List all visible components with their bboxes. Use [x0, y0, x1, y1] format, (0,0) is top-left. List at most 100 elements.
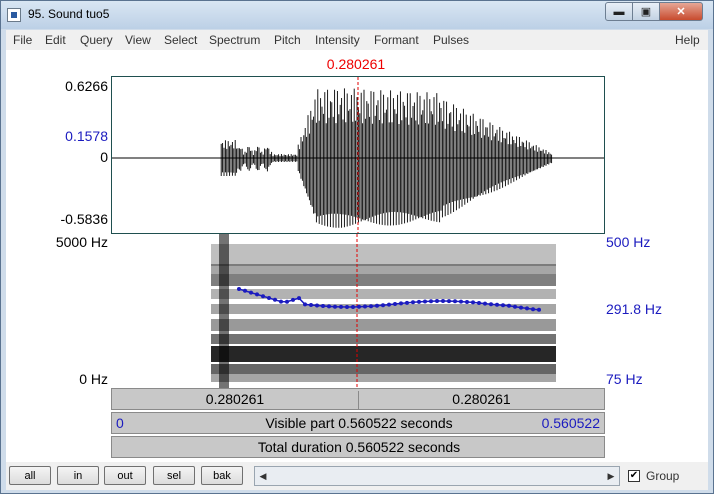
- group-checkbox[interactable]: ✔: [628, 470, 640, 482]
- pitch-point: [423, 299, 427, 304]
- spectrogram-bands: [211, 234, 556, 388]
- horizontal-scrollbar[interactable]: ◀ ▶: [254, 466, 620, 486]
- zoom-back-button[interactable]: bak: [201, 466, 243, 485]
- pitch-point: [441, 299, 445, 303]
- pitch-point: [477, 301, 481, 305]
- menu-pulses[interactable]: Pulses: [433, 33, 469, 47]
- menu-file[interactable]: File: [13, 33, 32, 47]
- total-duration-label: Total duration 0.560522 seconds: [257, 439, 461, 455]
- pitch-max-label: 500 Hz: [606, 234, 651, 250]
- menu-help[interactable]: Help: [675, 33, 700, 47]
- pitch-point: [507, 303, 511, 308]
- spectrogram-band: [211, 244, 556, 266]
- menu-pitch[interactable]: Pitch: [274, 33, 301, 47]
- pitch-point: [417, 299, 421, 304]
- waveform-cursor-value-label: 0.1578: [65, 128, 108, 144]
- maximize-button[interactable]: ▣: [632, 2, 660, 21]
- pitch-point: [525, 306, 529, 311]
- menu-spectrum[interactable]: Spectrum: [209, 33, 260, 47]
- spectrogram-plot: [211, 234, 556, 388]
- bottom-toolbar: all in out sel bak ◀ ▶ ✔ Group: [6, 462, 708, 490]
- scroll-left-icon[interactable]: ◀: [255, 467, 271, 485]
- visible-part-label: Visible part 0.560522 seconds: [265, 415, 453, 431]
- pitch-point: [513, 304, 517, 309]
- pitch-point: [261, 294, 265, 299]
- spectrogram-onset: [219, 234, 229, 388]
- zoom-in-button[interactable]: in: [57, 466, 99, 485]
- pitch-point: [357, 304, 361, 309]
- pitch-point: [519, 305, 523, 310]
- pitch-point: [339, 304, 343, 309]
- pitch-point: [459, 299, 463, 304]
- menu-edit[interactable]: Edit: [45, 33, 66, 47]
- window-title: 95. Sound tuo5: [28, 7, 110, 21]
- visible-end-label: 0.560522: [541, 415, 600, 431]
- pitch-point: [321, 304, 325, 308]
- pitch-point: [345, 305, 349, 309]
- pitch-point: [399, 301, 403, 306]
- group-label: Group: [646, 469, 680, 483]
- spectrogram-panel[interactable]: [111, 234, 605, 388]
- pitch-point: [243, 288, 247, 293]
- pitch-point: [501, 303, 505, 308]
- waveform-max-label: 0.6266: [65, 78, 108, 94]
- pitch-point: [351, 305, 355, 309]
- pitch-point: [285, 299, 289, 304]
- pitch-point: [447, 299, 451, 304]
- pitch-point: [537, 307, 541, 312]
- pitch-min-label: 75 Hz: [606, 371, 643, 387]
- total-duration-bar[interactable]: Total duration 0.560522 seconds: [111, 436, 605, 458]
- editor-window: 95. Sound tuo5 ▬ ▣ ✕ File Edit Query Vie…: [0, 0, 714, 494]
- waveform-plot: [112, 77, 604, 233]
- pitch-point: [393, 302, 397, 306]
- spectrogram-band: [211, 319, 556, 331]
- title-bar[interactable]: 95. Sound tuo5 ▬ ▣ ✕: [1, 1, 713, 29]
- pitch-point: [411, 300, 415, 305]
- pitch-value-label: 291.8 Hz: [606, 301, 663, 317]
- pitch-point: [369, 304, 373, 309]
- cursor-time-bar[interactable]: 0.280261 0.280261: [111, 388, 605, 410]
- spectrogram-band: [211, 346, 556, 362]
- pitch-point: [489, 302, 493, 307]
- pitch-point: [267, 296, 271, 300]
- pitch-point: [237, 287, 241, 291]
- pitch-point: [315, 303, 319, 308]
- pitch-point: [303, 302, 307, 307]
- minimize-button[interactable]: ▬: [605, 2, 633, 21]
- pitch-point: [483, 301, 487, 306]
- waveform-min-label: -0.5836: [60, 211, 108, 227]
- pitch-point: [375, 303, 379, 308]
- menu-view[interactable]: View: [125, 33, 151, 47]
- pitch-point: [471, 300, 475, 305]
- sound-editor-canvas[interactable]: 0.280261 0.6266 0.1578 0 -0.5836 5000 Hz…: [6, 50, 708, 462]
- menu-select[interactable]: Select: [164, 33, 197, 47]
- visible-part-bar[interactable]: 0 Visible part 0.560522 seconds 0.560522: [111, 412, 605, 434]
- zoom-all-button[interactable]: all: [9, 466, 51, 485]
- spectrogram-max-freq-label: 5000 Hz: [55, 234, 108, 250]
- zoom-out-button[interactable]: out: [104, 466, 146, 485]
- pitch-point: [495, 302, 499, 307]
- spectrogram-band: [211, 274, 556, 286]
- right-segment-time: 0.280261: [452, 391, 511, 407]
- pitch-point: [429, 299, 433, 304]
- pitch-point: [249, 290, 253, 295]
- pitch-point: [309, 303, 313, 307]
- waveform-panel[interactable]: [111, 76, 605, 234]
- pitch-point: [291, 297, 295, 302]
- menu-query[interactable]: Query: [80, 33, 113, 47]
- menu-formant[interactable]: Formant: [374, 33, 419, 47]
- pitch-point: [273, 297, 277, 302]
- pitch-point: [405, 300, 409, 305]
- menu-intensity[interactable]: Intensity: [315, 33, 360, 47]
- pitch-point: [435, 299, 439, 303]
- menu-bar: File Edit Query View Select Spectrum Pit…: [6, 30, 708, 50]
- zoom-selection-button[interactable]: sel: [153, 466, 195, 485]
- pitch-point: [333, 304, 337, 309]
- left-segment-time: 0.280261: [112, 391, 359, 409]
- spectrogram-band: [211, 374, 556, 382]
- close-button[interactable]: ✕: [659, 2, 703, 21]
- scroll-right-icon[interactable]: ▶: [603, 467, 619, 485]
- pitch-point: [387, 302, 391, 307]
- pitch-point: [327, 304, 331, 309]
- pitch-point: [363, 304, 367, 309]
